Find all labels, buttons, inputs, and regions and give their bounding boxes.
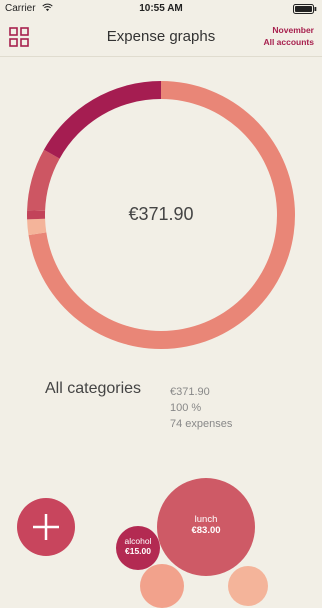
category-bubble-partial[interactable] (140, 564, 184, 608)
donut-segment-4[interactable] (43, 81, 162, 159)
bubble-category-name: alcohol (124, 536, 152, 546)
bubble-category-amount: €15.00 (125, 546, 151, 556)
status-bar: Carrier 10:55 AM (0, 0, 322, 18)
category-bubble-alcohol[interactable]: alcohol €15.00 (116, 526, 160, 570)
bubble-category-name: lunch (194, 514, 218, 525)
summary-amount: €371.90 (170, 386, 210, 398)
battery-icon (293, 4, 317, 14)
summary-category-label: All categories (45, 380, 142, 397)
expense-donut-chart[interactable]: €371.90 (0, 70, 322, 360)
period-label: November (272, 25, 314, 35)
nav-bar: Expense graphs November All accounts (0, 18, 322, 57)
add-expense-button[interactable] (17, 498, 75, 556)
plus-icon (33, 514, 59, 540)
category-bubble-lunch[interactable]: lunch €83.00 (157, 478, 255, 576)
donut-total: €371.90 (128, 204, 194, 224)
status-time: 10:55 AM (139, 3, 183, 14)
page-title: Expense graphs (106, 28, 216, 45)
summary-expense-count: 74 expenses (170, 418, 233, 430)
donut-segment-3[interactable] (27, 149, 60, 211)
accounts-label: All accounts (263, 37, 314, 47)
grid-menu-icon[interactable] (9, 27, 29, 47)
summary-stats: €371.90 100 % 74 expenses (170, 384, 232, 432)
period-account-selector[interactable]: November All accounts (263, 24, 314, 48)
category-bubble-partial[interactable] (228, 566, 268, 606)
summary-percent: 100 % (170, 402, 202, 414)
bubble-category-amount: €83.00 (191, 525, 221, 536)
